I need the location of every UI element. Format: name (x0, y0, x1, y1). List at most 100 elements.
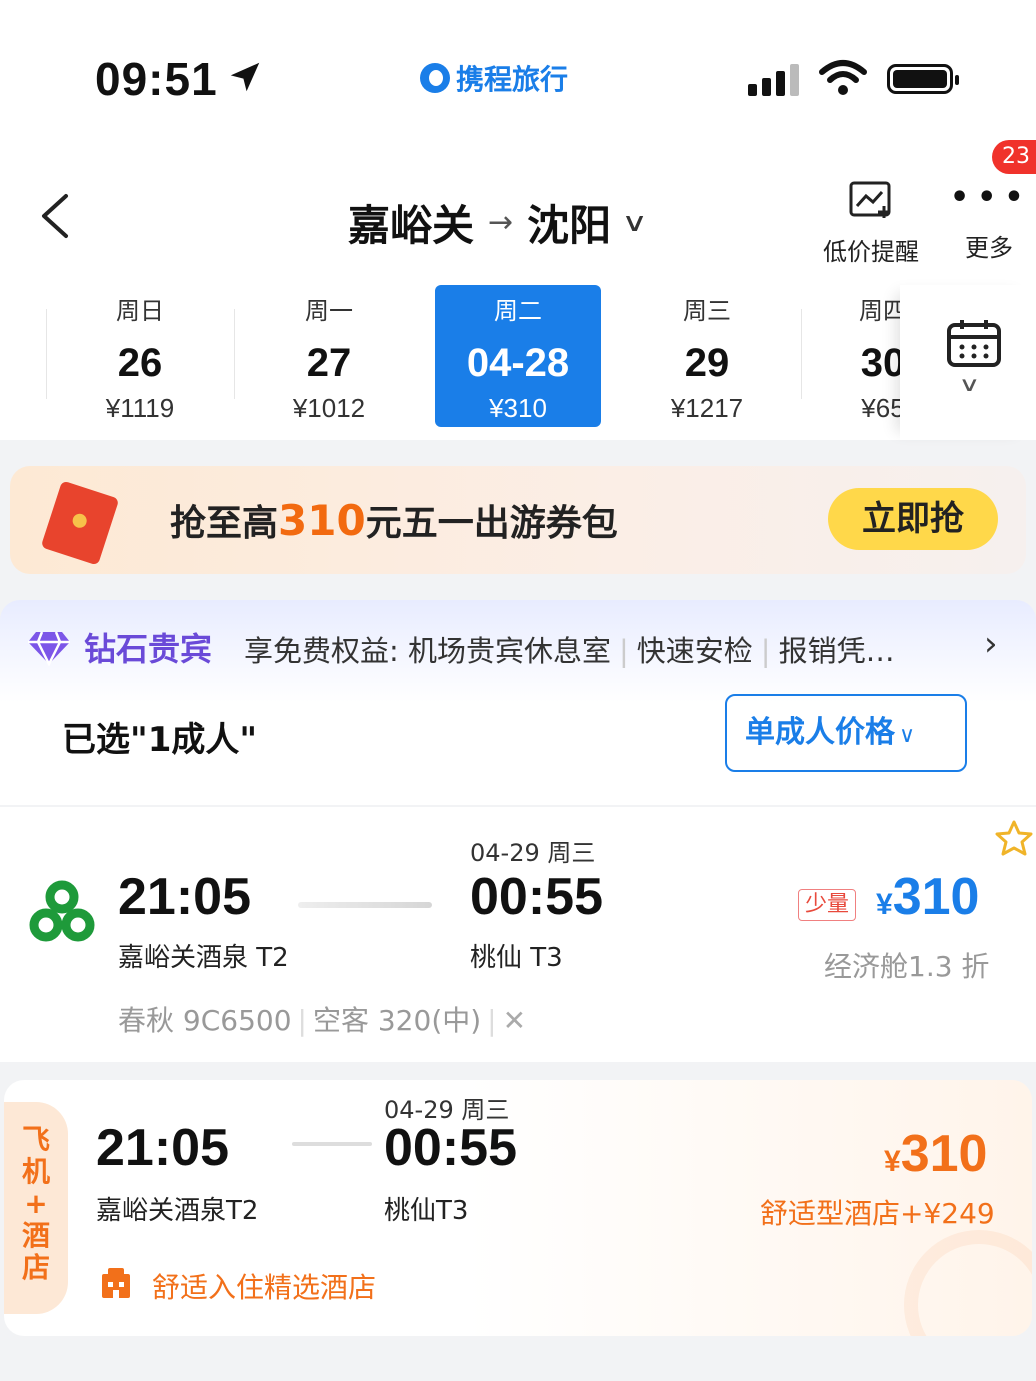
red-envelope-icon (40, 480, 120, 566)
date-price: ¥310 (489, 393, 547, 423)
price-type-dropdown[interactable]: 单成人价格 ∨ (725, 694, 967, 772)
flight-price: ¥310 (876, 867, 979, 927)
vip-section: 钻石贵宾 享免费权益: 机场贵宾休息室 | 快速安检 | 报销凭… › 已选"1成人" … (0, 600, 1036, 805)
date-divider (46, 309, 47, 399)
flight-hotel-package-card[interactable]: 飞机 + 酒店 04-29 周三 21:05 00:55 嘉峪关酒泉T2 桃仙T3 … (4, 1080, 1032, 1336)
location-arrow-icon (230, 62, 260, 92)
date-weekday: 周四 (859, 297, 900, 325)
ctrip-watermark-icon (904, 1230, 1032, 1336)
arrival-airport: 桃仙 T3 (470, 943, 563, 973)
package-departure-time: 21:05 (96, 1119, 229, 1177)
date-weekday: 周一 (305, 297, 353, 325)
clock: 09:51 (95, 53, 218, 105)
package-departure-airport: 嘉峪关酒泉T2 (96, 1196, 259, 1226)
vip-benefit-security: 快速安检 (636, 634, 753, 668)
promo-suffix: 元五一出游券包 (365, 503, 618, 544)
date-weekday: 周二 (494, 297, 542, 325)
package-arrival-time: 00:55 (384, 1119, 517, 1177)
package-hotel-price: 舒适型酒店+¥249 (760, 1197, 995, 1230)
date-item-26[interactable]: 周日 26 ¥1119 (57, 285, 223, 427)
brand-name: 携程旅行 (456, 63, 569, 96)
chevron-down-icon: ∨ (958, 372, 981, 396)
package-duration-line (292, 1142, 372, 1146)
aircraft-type: 空客 320(中) (312, 1004, 482, 1037)
selected-passengers: 已选"1成人" (62, 720, 258, 760)
price-value: 310 (892, 868, 980, 926)
promo-amount: 310 (278, 496, 366, 545)
hotel-icon (102, 1268, 130, 1298)
date-day: 26 (117, 341, 163, 385)
date-price: ¥1119 (105, 393, 175, 423)
promo-text: 抢至高310元五一出游券包 (170, 494, 618, 546)
destination-city: 沈阳 (527, 201, 612, 250)
no-meal-icon: ✕ (502, 1004, 527, 1037)
vip-benefit-receipt: 报销凭… (778, 634, 895, 668)
coupon-promo-banner[interactable]: 抢至高310元五一出游券包 立即抢 (10, 466, 1026, 574)
flight-meta: 春秋 9C6500 | 空客 320(中) | ✕ (118, 1004, 527, 1037)
more-dots-icon: ••• (950, 180, 1032, 215)
favorite-star-icon[interactable] (994, 819, 1036, 859)
route-arrow: → (488, 205, 514, 240)
vip-benefits[interactable]: 享免费权益: 机场贵宾休息室 | 快速安检 | 报销凭… (244, 628, 895, 670)
date-item-27[interactable]: 周一 27 ¥1012 (246, 285, 412, 427)
low-price-alert-button[interactable]: 低价提醒 (812, 180, 930, 267)
status-bar: 09:51 携程旅行 (0, 0, 1036, 140)
wifi-icon (819, 60, 867, 95)
date-day: 30 (860, 341, 900, 385)
departure-time: 21:05 (118, 868, 251, 926)
date-price: ¥1012 (292, 393, 366, 423)
flight-duration-line (298, 902, 432, 908)
arrival-date: 04-29 周三 (470, 839, 596, 867)
back-button[interactable] (36, 192, 76, 240)
grab-coupon-button[interactable]: 立即抢 (828, 488, 998, 550)
flight-card[interactable]: 21:05 04-29 周三 00:55 嘉峪关酒泉 T2 桃仙 T3 春秋 9… (0, 807, 1036, 1062)
price-currency: ¥ (884, 1145, 901, 1178)
date-weekday: 周三 (683, 297, 731, 325)
date-divider (234, 309, 235, 399)
ctrip-logo-icon (420, 63, 450, 93)
arrival-time: 00:55 (470, 868, 603, 926)
low-price-alert-label: 低价提醒 (823, 238, 919, 266)
spring-airlines-logo-icon (29, 880, 95, 942)
price-currency: ¥ (876, 888, 893, 921)
cellular-signal-icon (748, 62, 799, 96)
date-item-29[interactable]: 周三 29 ¥1217 (624, 285, 790, 427)
promo-prefix: 抢至高 (170, 503, 279, 544)
chart-alert-icon (849, 181, 891, 218)
battery-icon (887, 64, 959, 94)
date-strip: 周日 26 ¥1119 周一 27 ¥1012 周二 04-28 ¥310 周三… (0, 285, 1036, 440)
date-price: ¥1217 (670, 393, 744, 423)
notification-badge: 23 (992, 140, 1036, 174)
low-stock-badge: 少量 (798, 889, 857, 921)
chevron-right-icon[interactable]: › (984, 624, 998, 664)
date-day: 27 (306, 341, 352, 385)
price-type-label: 单成人价格 (745, 715, 895, 750)
date-day: 29 (684, 341, 730, 385)
package-price: ¥310 (884, 1124, 987, 1184)
chevron-down-icon: ∨ (899, 723, 916, 748)
date-day: 04-28 (466, 341, 570, 385)
date-weekday: 周日 (116, 297, 164, 325)
calendar-button[interactable] (900, 285, 1036, 440)
date-item-30[interactable]: 周四 30 ¥65 (800, 285, 900, 427)
more-label: 更多 (965, 234, 1013, 262)
flight-list-page: 09:51 携程旅行 嘉峪关 → 沈阳 ∨ 低价提醒 ••• 更多 23 周日 … (0, 0, 1036, 1381)
nav-header: 嘉峪关 → 沈阳 ∨ 低价提醒 ••• 更多 23 (0, 140, 1036, 285)
diamond-icon (28, 631, 70, 666)
vip-title: 钻石贵宾 (84, 630, 213, 668)
date-price: ¥65 (861, 393, 900, 423)
price-value: 310 (900, 1125, 988, 1183)
chevron-down-icon: ∨ (621, 207, 649, 238)
package-tag: 飞机 + 酒店 (4, 1102, 68, 1314)
origin-city: 嘉峪关 (348, 201, 475, 250)
more-button[interactable]: ••• 更多 (950, 180, 1028, 263)
route-selector[interactable]: 嘉峪关 → 沈阳 ∨ (348, 192, 648, 253)
app-brand: 携程旅行 (420, 58, 568, 98)
airline-flight-number: 春秋 9C6500 (118, 1004, 292, 1037)
vip-benefit-lounge: 享免费权益: 机场贵宾休息室 (244, 634, 611, 668)
package-hotel-note: 舒适入住精选酒店 (152, 1271, 377, 1304)
departure-airport: 嘉峪关酒泉 T2 (118, 943, 289, 973)
calendar-icon (947, 320, 1001, 367)
date-item-selected[interactable]: 周二 04-28 ¥310 (435, 285, 601, 427)
cabin-discount: 经济舱1.3 折 (824, 950, 990, 983)
